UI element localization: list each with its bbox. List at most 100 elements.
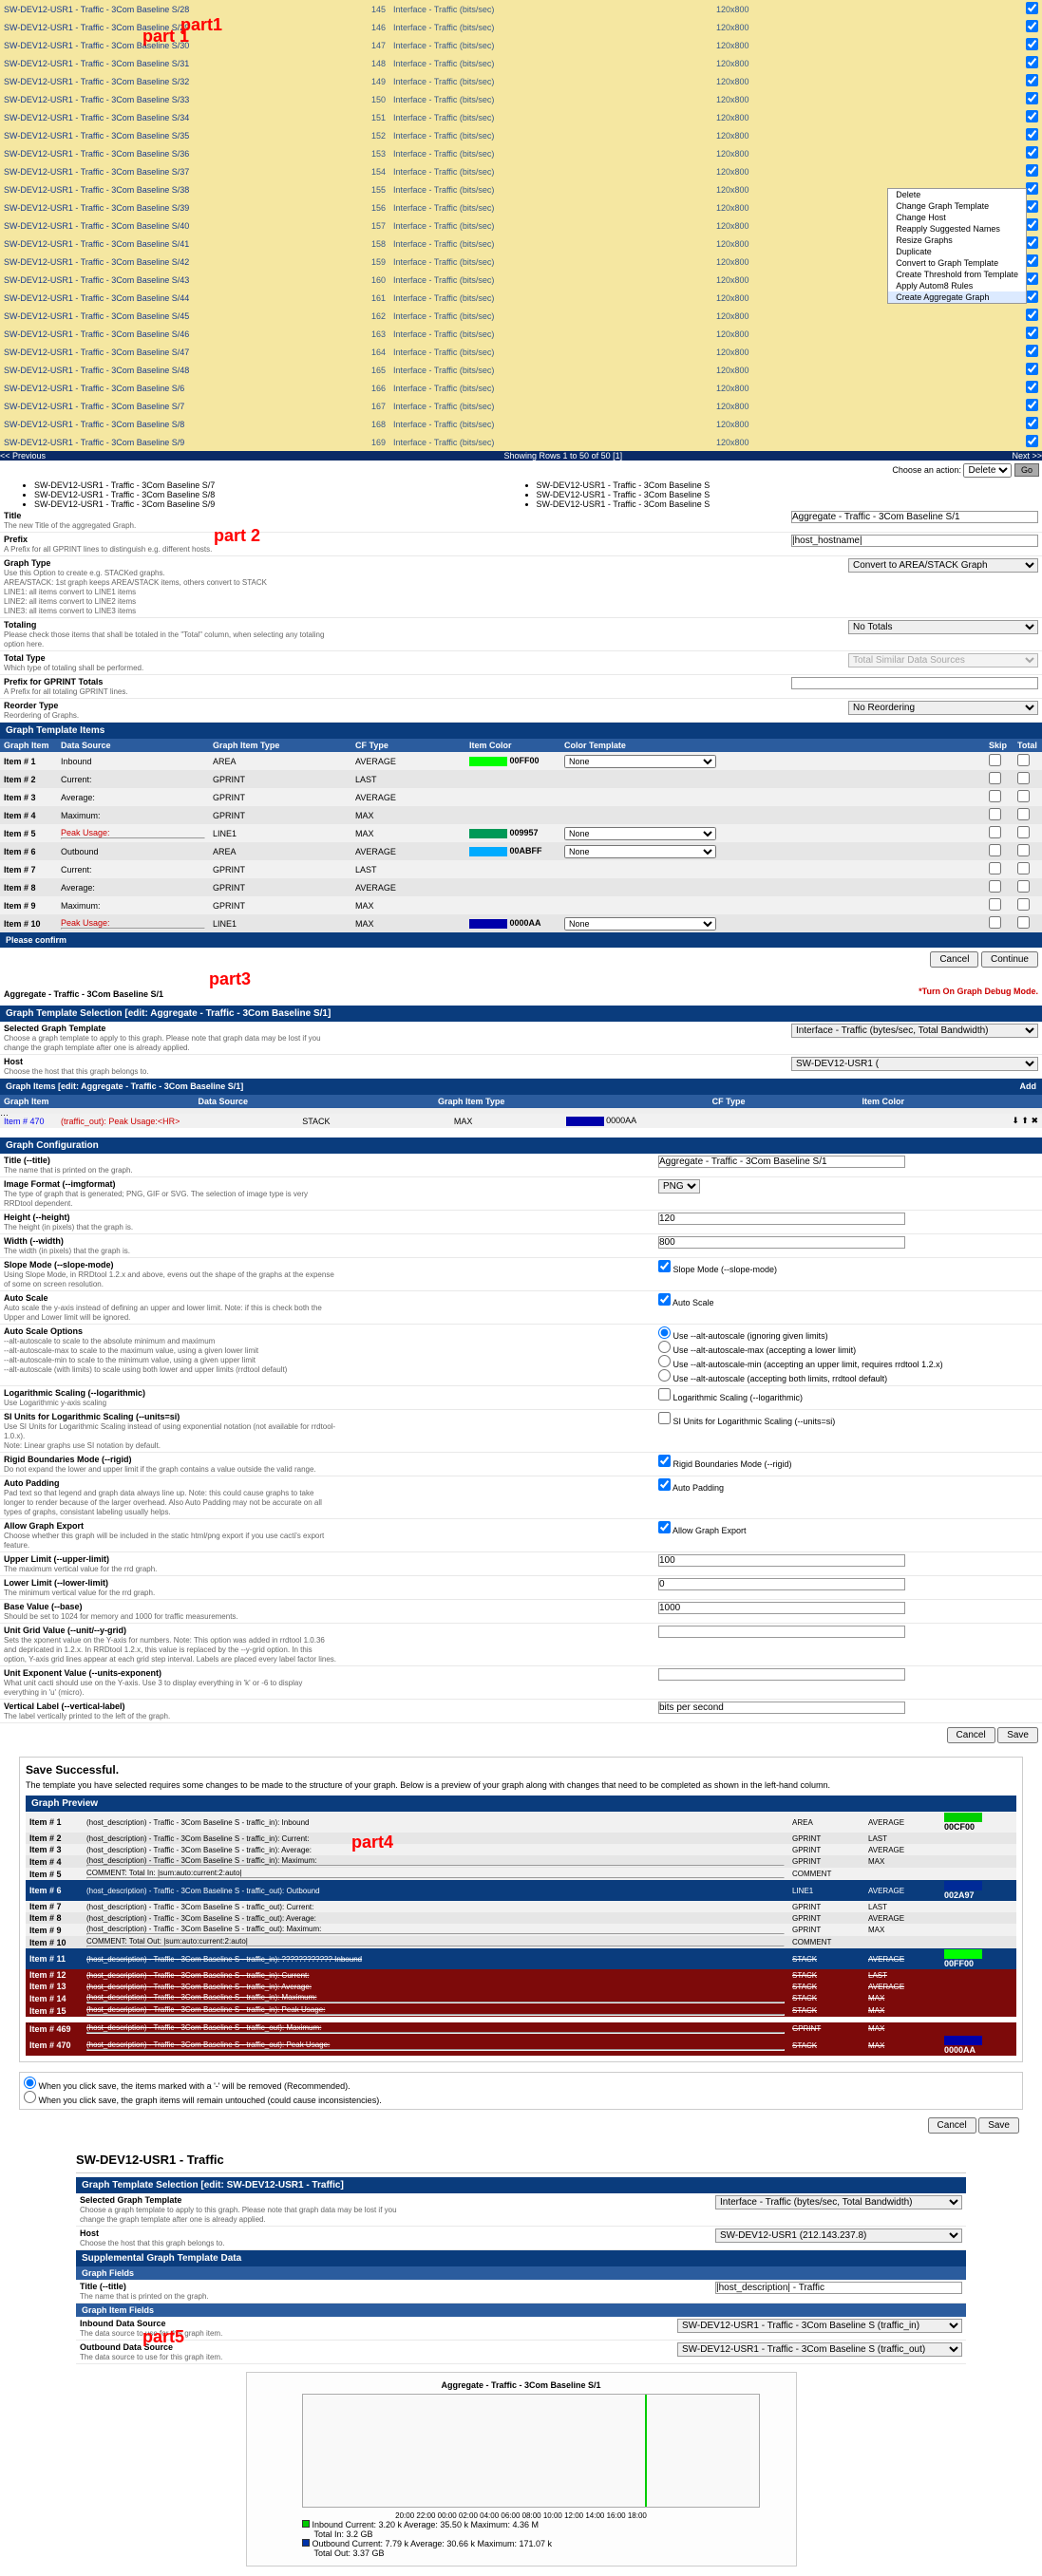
skip-checkbox[interactable] — [989, 790, 1001, 802]
row-checkbox[interactable] — [1026, 218, 1038, 231]
row-checkbox[interactable] — [1026, 363, 1038, 375]
graph-link[interactable]: SW-DEV12-USR1 - Traffic - 3Com Baseline … — [4, 167, 189, 177]
row-checkbox[interactable] — [1026, 254, 1038, 267]
sel-tpl-select[interactable]: Interface - Traffic (bytes/sec, Total Ba… — [715, 2195, 962, 2209]
row-checkbox[interactable] — [1026, 2, 1038, 14]
graph-row[interactable]: SW-DEV12-USR1 - Traffic - 3Com Baseline … — [0, 162, 1042, 180]
save-button[interactable] — [978, 2117, 1019, 2134]
gc-check-5[interactable]: Auto Scale — [658, 1298, 714, 1307]
cancel-button[interactable] — [930, 951, 978, 968]
graph-link[interactable]: SW-DEV12-USR1 - Traffic - 3Com Baseline … — [4, 420, 184, 429]
ods-select[interactable]: SW-DEV12-USR1 - Traffic - 3Com Baseline … — [677, 2342, 962, 2357]
menu-item[interactable]: Change Host — [888, 212, 1026, 223]
item-link[interactable]: Item # 470 — [4, 1117, 45, 1126]
graph-link[interactable]: SW-DEV12-USR1 - Traffic - 3Com Baseline … — [4, 438, 184, 447]
skip-checkbox[interactable] — [989, 826, 1001, 838]
row-checkbox[interactable] — [1026, 399, 1038, 411]
gc-input-3[interactable] — [658, 1236, 905, 1249]
graph-link[interactable]: SW-DEV12-USR1 - Traffic - 3Com Baseline … — [4, 239, 189, 249]
gc-input-15[interactable] — [658, 1626, 905, 1638]
graph-row[interactable]: SW-DEV12-USR1 - Traffic - 3Com Baseline … — [0, 271, 1042, 289]
row-checkbox[interactable] — [1026, 236, 1038, 249]
row-checkbox[interactable] — [1026, 200, 1038, 213]
graph-row[interactable]: SW-DEV12-USR1 - Traffic - 3Com Baseline … — [0, 325, 1042, 343]
graph-link[interactable]: SW-DEV12-USR1 - Traffic - 3Com Baseline … — [4, 329, 189, 339]
menu-item[interactable]: Resize Graphs — [888, 235, 1026, 246]
graph-link[interactable]: SW-DEV12-USR1 - Traffic - 3Com Baseline … — [4, 275, 189, 285]
radio-untouched[interactable]: When you click save, the graph items wil… — [24, 2096, 382, 2105]
graph-row[interactable]: SW-DEV12-USR1 - Traffic - 3Com Baseline … — [0, 0, 1042, 18]
gc-input-16[interactable] — [658, 1668, 905, 1681]
radio-recommended[interactable]: When you click save, the items marked wi… — [24, 2081, 350, 2091]
gc-check-9[interactable]: Rigid Boundaries Mode (--rigid) — [658, 1459, 792, 1469]
graph-link[interactable]: SW-DEV12-USR1 - Traffic - 3Com Baseline … — [4, 59, 189, 68]
graph-link[interactable]: SW-DEV12-USR1 - Traffic - 3Com Baseline … — [4, 348, 189, 357]
graph-row[interactable]: SW-DEV12-USR1 - Traffic - 3Com Baseline … — [0, 253, 1042, 271]
graph-row[interactable]: SW-DEV12-USR1 - Traffic - 3Com Baseline … — [0, 433, 1042, 451]
graph-row[interactable]: SW-DEV12-USR1 - Traffic - 3Com Baseline … — [0, 126, 1042, 144]
graph-row[interactable]: SW-DEV12-USR1 - Traffic - 3Com Baseline … — [0, 180, 1042, 198]
graph-row[interactable]: SW-DEV12-USR1 - Traffic - 3Com Baseline … — [0, 54, 1042, 72]
graph-link[interactable]: SW-DEV12-USR1 - Traffic - 3Com Baseline … — [4, 149, 189, 159]
row-checkbox[interactable] — [1026, 74, 1038, 86]
graph-row[interactable]: SW-DEV12-USR1 - Traffic - 3Com Baseline … — [0, 90, 1042, 108]
reorder-select[interactable]: No Reordering — [848, 701, 1038, 715]
total-checkbox[interactable] — [1017, 880, 1030, 893]
graph-link[interactable]: SW-DEV12-USR1 - Traffic - 3Com Baseline … — [4, 402, 184, 411]
totalprefix-input[interactable] — [791, 677, 1038, 689]
color-tpl-select[interactable]: None — [564, 845, 716, 858]
skip-checkbox[interactable] — [989, 898, 1001, 911]
graph-row[interactable]: SW-DEV12-USR1 - Traffic - 3Com Baseline … — [0, 144, 1042, 162]
ids-select[interactable]: SW-DEV12-USR1 - Traffic - 3Com Baseline … — [677, 2319, 962, 2333]
skip-checkbox[interactable] — [989, 916, 1001, 929]
graph-link[interactable]: SW-DEV12-USR1 - Traffic - 3Com Baseline … — [4, 203, 189, 213]
cancel-button[interactable] — [947, 1727, 995, 1743]
menu-item[interactable]: Reapply Suggested Names — [888, 223, 1026, 235]
menu-item[interactable]: Create Aggregate Graph — [888, 291, 1026, 303]
graph-row[interactable]: SW-DEV12-USR1 - Traffic - 3Com Baseline … — [0, 343, 1042, 361]
prefix-input[interactable] — [791, 535, 1038, 547]
graph-link[interactable]: SW-DEV12-USR1 - Traffic - 3Com Baseline … — [4, 366, 189, 375]
skip-checkbox[interactable] — [989, 772, 1001, 784]
menu-item[interactable]: Change Graph Template — [888, 200, 1026, 212]
graphtype-select[interactable]: Convert to AREA/STACK Graph — [848, 558, 1038, 573]
skip-checkbox[interactable] — [989, 754, 1001, 766]
save-button[interactable] — [997, 1727, 1038, 1743]
add-link[interactable]: Add — [1020, 1081, 1037, 1091]
debug-mode-link[interactable]: *Turn On Graph Debug Mode. — [919, 987, 1038, 996]
graph-row[interactable]: SW-DEV12-USR1 - Traffic - 3Com Baseline … — [0, 415, 1042, 433]
graph-row[interactable]: SW-DEV12-USR1 - Traffic - 3Com Baseline … — [0, 361, 1042, 379]
menu-item[interactable]: Create Threshold from Template — [888, 269, 1026, 280]
total-checkbox[interactable] — [1017, 916, 1030, 929]
row-checkbox[interactable] — [1026, 435, 1038, 447]
graph-link[interactable]: SW-DEV12-USR1 - Traffic - 3Com Baseline … — [4, 113, 189, 122]
skip-checkbox[interactable] — [989, 844, 1001, 856]
skip-checkbox[interactable] — [989, 808, 1001, 820]
gc-check-11[interactable]: Allow Graph Export — [658, 1526, 747, 1535]
row-checkbox[interactable] — [1026, 92, 1038, 104]
row-checkbox[interactable] — [1026, 110, 1038, 122]
prev-link[interactable]: << Previous — [0, 451, 46, 461]
title-input[interactable] — [791, 511, 1038, 523]
graph-row[interactable]: SW-DEV12-USR1 - Traffic - 3Com Baseline … — [0, 216, 1042, 235]
menu-item[interactable]: Convert to Graph Template — [888, 257, 1026, 269]
totaling-select[interactable]: No Totals — [848, 620, 1038, 634]
skip-checkbox[interactable] — [989, 862, 1001, 874]
host-select[interactable]: SW-DEV12-USR1 ( — [791, 1057, 1038, 1071]
graph-row[interactable]: SW-DEV12-USR1 - Traffic - 3Com Baseline … — [0, 198, 1042, 216]
total-checkbox[interactable] — [1017, 790, 1030, 802]
graph-link[interactable]: SW-DEV12-USR1 - Traffic - 3Com Baseline … — [4, 293, 189, 303]
row-checkbox[interactable] — [1026, 56, 1038, 68]
total-checkbox[interactable] — [1017, 862, 1030, 874]
context-menu[interactable]: DeleteChange Graph TemplateChange HostRe… — [887, 188, 1027, 304]
graph-link[interactable]: SW-DEV12-USR1 - Traffic - 3Com Baseline … — [4, 95, 189, 104]
graph-row[interactable]: SW-DEV12-USR1 - Traffic - 3Com Baseline … — [0, 379, 1042, 397]
color-tpl-select[interactable]: None — [564, 917, 716, 931]
gc-input-13[interactable] — [658, 1578, 905, 1590]
row-checkbox[interactable] — [1026, 417, 1038, 429]
title-input[interactable] — [715, 2282, 962, 2294]
gc-select-1[interactable]: PNG — [658, 1179, 700, 1194]
graph-row[interactable]: SW-DEV12-USR1 - Traffic - 3Com Baseline … — [0, 289, 1042, 307]
next-link[interactable]: Next >> — [1012, 451, 1042, 461]
row-checkbox[interactable] — [1026, 309, 1038, 321]
